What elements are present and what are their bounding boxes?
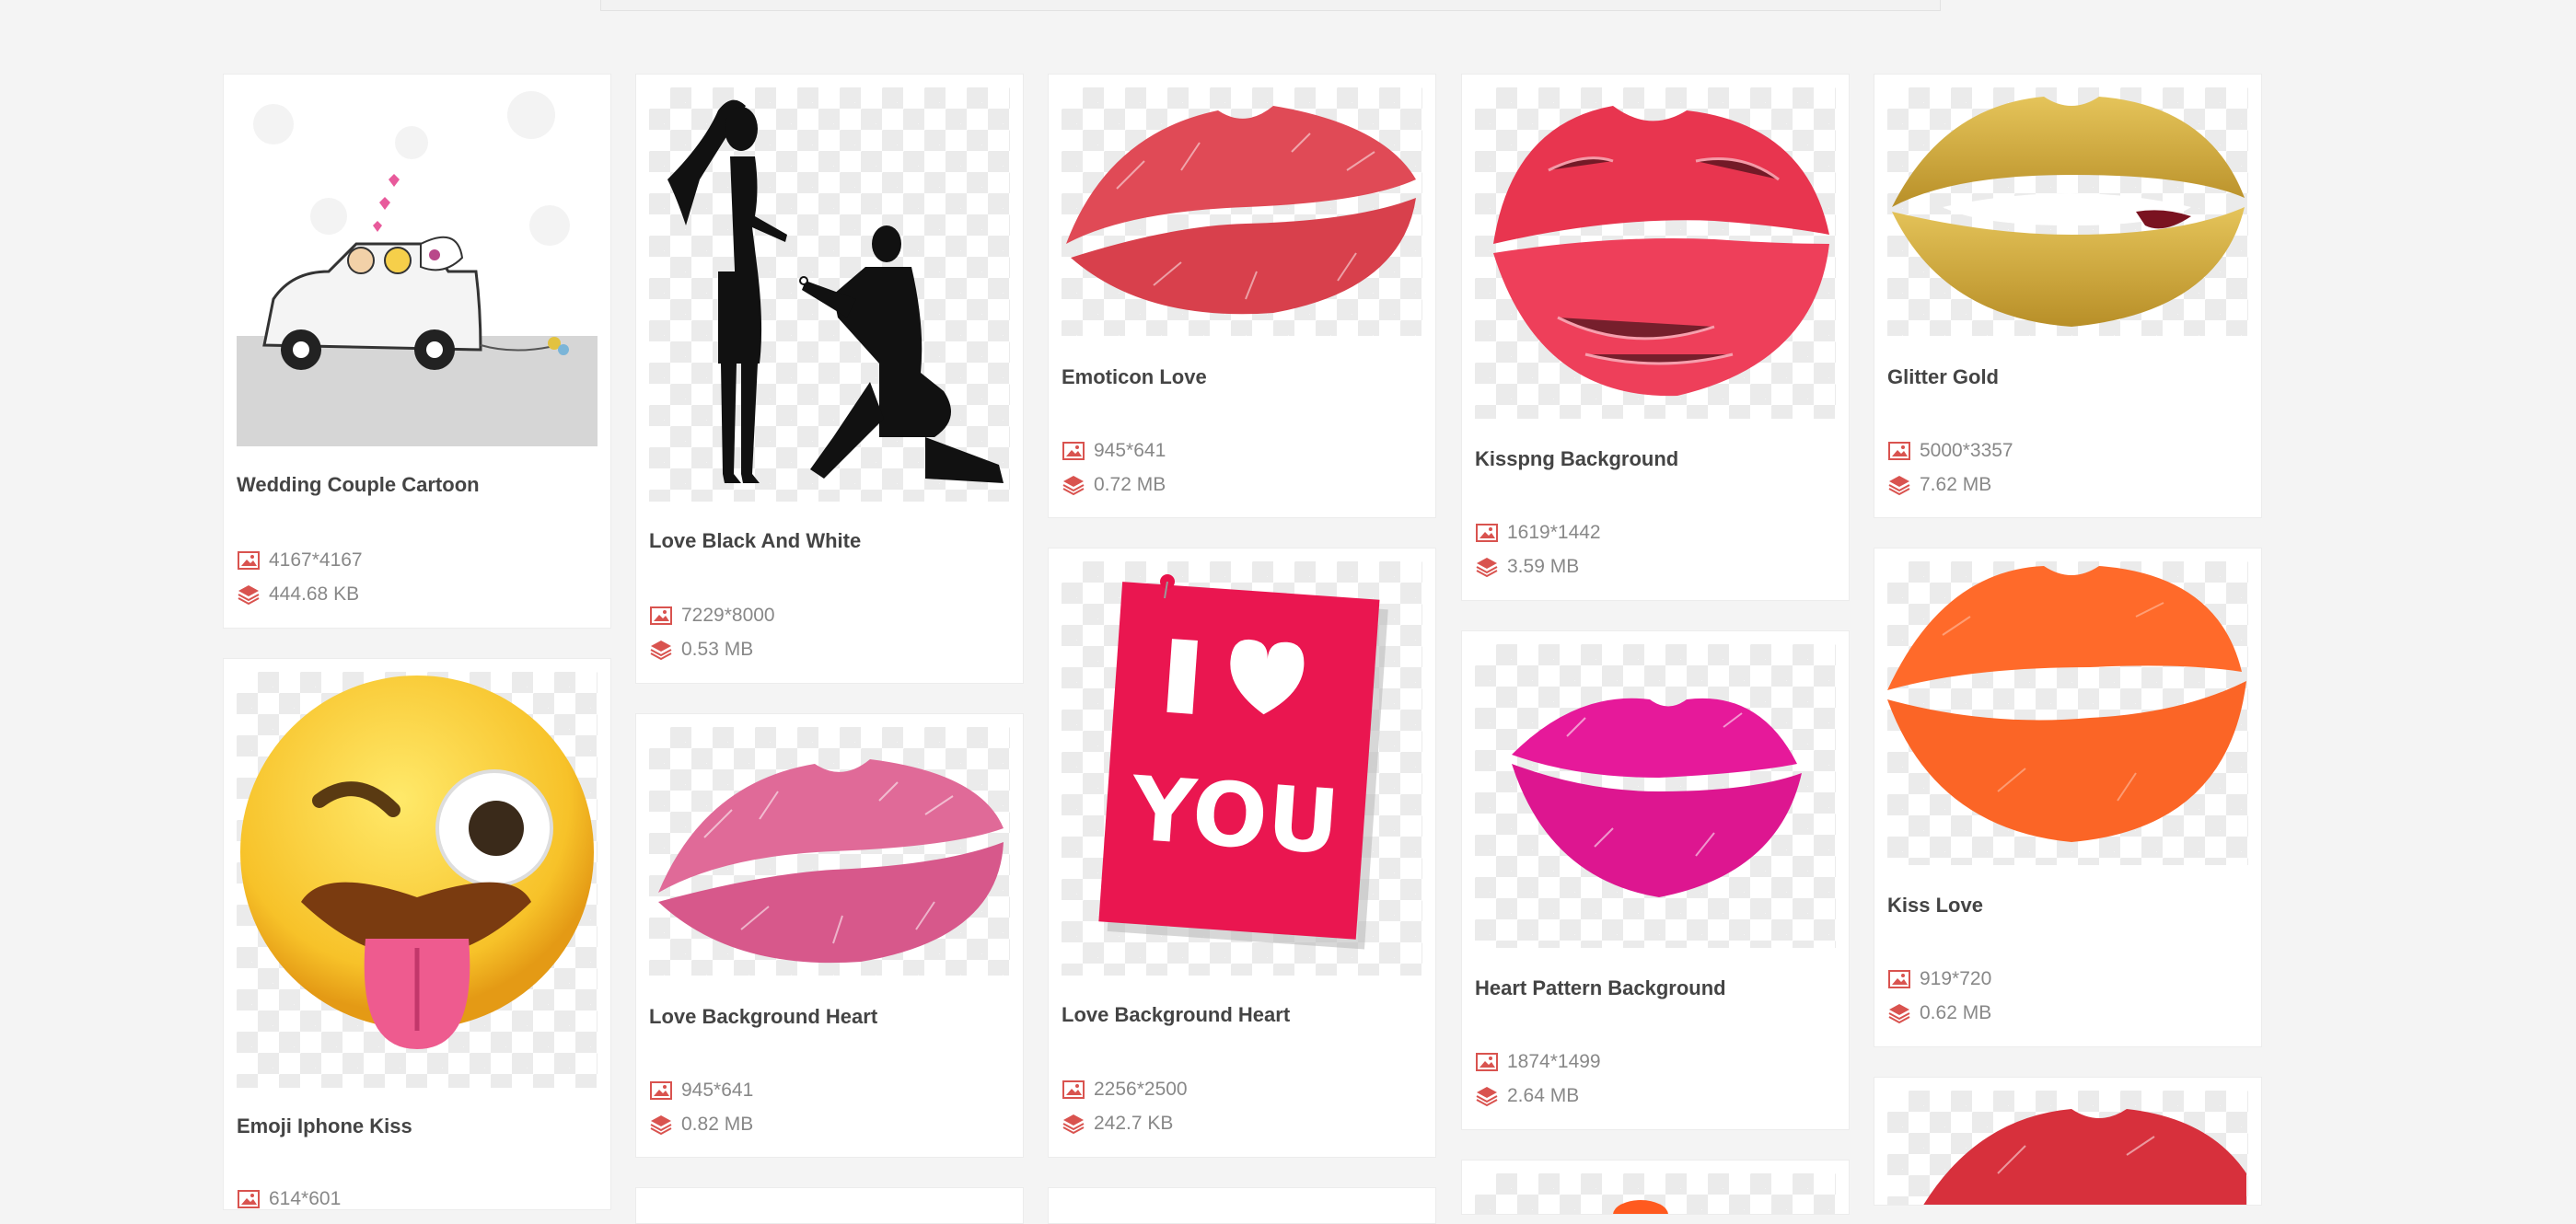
layers-icon xyxy=(1888,476,1910,496)
image-card[interactable]: Emoji Iphone Kiss 614*601 xyxy=(223,658,611,1210)
card-dimensions: 614*601 xyxy=(237,1186,342,1209)
card-dimensions: 5000*3357 xyxy=(1887,438,2013,464)
card-title[interactable]: Kisspng Background xyxy=(1475,447,1678,471)
card-filesize: 0.53 MB xyxy=(649,637,753,663)
image-card[interactable]: YOU Love Background Heart 2256*2500 242.… xyxy=(1048,548,1436,1158)
layers-icon xyxy=(650,641,672,661)
image-icon xyxy=(1062,442,1085,460)
image-icon xyxy=(1476,1053,1498,1071)
filesize-text: 0.62 MB xyxy=(1920,1002,1992,1023)
card-dimensions: 1619*1442 xyxy=(1475,520,1601,546)
image-card[interactable] xyxy=(1874,1077,2262,1206)
card-filesize: 0.62 MB xyxy=(1887,1000,1991,1026)
card-title[interactable]: Kiss Love xyxy=(1887,894,1983,918)
filesize-text: 0.53 MB xyxy=(681,639,754,660)
dimensions-text: 7229*8000 xyxy=(681,605,775,626)
thumbnail-pink-kiss[interactable] xyxy=(649,727,1010,976)
thumbnail-partial-red-kiss[interactable] xyxy=(1887,1091,2248,1205)
search-bar-edge xyxy=(600,0,1941,11)
card-title[interactable]: Wedding Couple Cartoon xyxy=(237,473,480,497)
image-icon xyxy=(650,606,672,625)
card-dimensions: 919*720 xyxy=(1887,966,1991,992)
card-title[interactable]: Love Background Heart xyxy=(649,1005,877,1029)
card-dimensions: 1874*1499 xyxy=(1475,1049,1601,1075)
card-filesize: 7.62 MB xyxy=(1887,472,1991,498)
card-filesize: 3.59 MB xyxy=(1475,554,1579,580)
image-icon xyxy=(1062,1080,1085,1099)
card-filesize: 0.82 MB xyxy=(649,1112,753,1137)
dimensions-text: 4167*4167 xyxy=(269,549,363,571)
card-dimensions: 2256*2500 xyxy=(1062,1077,1188,1103)
filesize-text: 0.82 MB xyxy=(681,1114,754,1135)
card-filesize: 2.64 MB xyxy=(1475,1083,1579,1109)
image-card[interactable]: Kisspng Background 1619*1442 3.59 MB xyxy=(1461,74,1850,601)
image-icon xyxy=(1476,524,1498,542)
filesize-text: 2.64 MB xyxy=(1507,1085,1580,1106)
image-card[interactable]: Love Black And White 7229*8000 0.53 MB xyxy=(635,74,1024,684)
dimensions-text: 2256*2500 xyxy=(1094,1079,1188,1100)
layers-icon xyxy=(1062,476,1085,496)
thumbnail-magenta-kiss[interactable] xyxy=(1475,644,1836,948)
image-icon xyxy=(650,1081,672,1100)
thumbnail-partial[interactable] xyxy=(1475,1173,1836,1214)
filesize-text: 3.59 MB xyxy=(1507,556,1580,577)
card-dimensions: 945*641 xyxy=(649,1078,753,1103)
thumbnail-red-glossy-lips[interactable] xyxy=(1475,87,1836,419)
filesize-text: 444.68 KB xyxy=(269,583,360,605)
image-card[interactable] xyxy=(635,1187,1024,1224)
layers-icon xyxy=(238,585,260,606)
card-dimensions: 4167*4167 xyxy=(237,548,363,573)
thumbnail-orange-lips[interactable] xyxy=(1887,561,2248,865)
thumbnail-proposal-silhouette[interactable] xyxy=(649,87,1010,502)
dimensions-text: 5000*3357 xyxy=(1920,440,2013,461)
image-card[interactable]: Wedding Couple Cartoon 4167*4167 444.68 … xyxy=(223,74,611,629)
card-dimensions: 945*641 xyxy=(1062,438,1166,464)
svg-text:YOU: YOU xyxy=(1127,757,1342,875)
thumbnail-wink-emoji[interactable] xyxy=(237,672,598,1088)
image-card[interactable]: Glitter Gold 5000*3357 7.62 MB xyxy=(1874,74,2262,518)
image-icon xyxy=(1888,442,1910,460)
dimensions-text: 614*601 xyxy=(269,1188,342,1209)
dimensions-text: 919*720 xyxy=(1920,968,1992,989)
image-icon xyxy=(238,1190,260,1208)
image-card[interactable]: Emoticon Love 945*641 0.72 MB xyxy=(1048,74,1436,518)
card-filesize: 444.68 KB xyxy=(237,582,359,607)
card-filesize: 0.72 MB xyxy=(1062,472,1166,498)
card-title[interactable]: Emoji Iphone Kiss xyxy=(237,1114,412,1138)
image-card[interactable] xyxy=(1048,1187,1436,1224)
image-card[interactable]: Kiss Love 919*720 0.62 MB xyxy=(1874,548,2262,1047)
image-card[interactable]: Heart Pattern Background 1874*1499 2.64 … xyxy=(1461,630,1850,1130)
dimensions-text: 945*641 xyxy=(681,1080,754,1101)
dimensions-text: 1874*1499 xyxy=(1507,1051,1601,1072)
card-title[interactable]: Love Background Heart xyxy=(1062,1003,1290,1027)
card-filesize: 242.7 KB xyxy=(1062,1111,1173,1137)
card-title[interactable]: Heart Pattern Background xyxy=(1475,976,1726,1000)
thumbnail-wedding-car[interactable] xyxy=(237,87,598,446)
image-icon xyxy=(238,551,260,570)
thumbnail-red-kiss[interactable] xyxy=(1062,87,1422,336)
dimensions-text: 1619*1442 xyxy=(1507,522,1601,543)
filesize-text: 0.72 MB xyxy=(1094,474,1166,495)
layers-icon xyxy=(1476,558,1498,578)
card-title[interactable]: Glitter Gold xyxy=(1887,365,1999,389)
filesize-text: 7.62 MB xyxy=(1920,474,1992,495)
layers-icon xyxy=(1476,1087,1498,1107)
image-card[interactable]: Love Background Heart 945*641 0.82 MB xyxy=(635,713,1024,1158)
filesize-text: 242.7 KB xyxy=(1094,1113,1174,1134)
dimensions-text: 945*641 xyxy=(1094,440,1166,461)
thumbnail-gold-lips[interactable] xyxy=(1887,87,2248,336)
card-title[interactable]: Emoticon Love xyxy=(1062,365,1207,389)
thumbnail-i-love-you-note[interactable]: YOU xyxy=(1062,561,1422,976)
layers-icon xyxy=(650,1115,672,1136)
card-dimensions: 7229*8000 xyxy=(649,603,775,629)
layers-icon xyxy=(1888,1004,1910,1024)
card-title[interactable]: Love Black And White xyxy=(649,529,861,553)
layers-icon xyxy=(1062,1114,1085,1135)
image-icon xyxy=(1888,970,1910,988)
image-card[interactable] xyxy=(1461,1160,1850,1215)
